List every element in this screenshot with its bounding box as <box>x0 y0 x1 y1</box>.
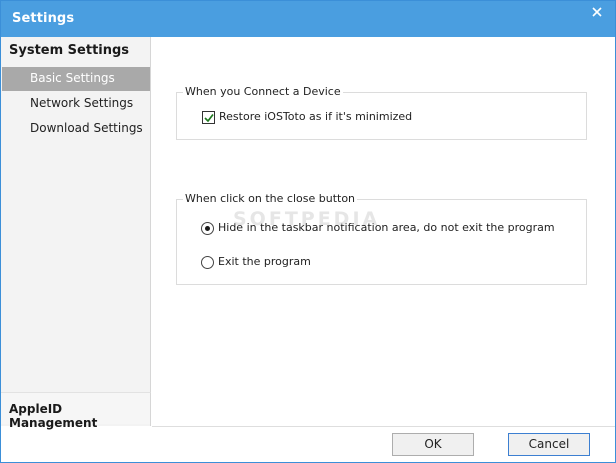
group-legend: When click on the close button <box>183 192 358 205</box>
footer-bar: OK Cancel <box>152 426 615 462</box>
restore-minimized-checkbox[interactable] <box>202 111 215 124</box>
radio-dot-icon <box>205 226 210 231</box>
close-button[interactable] <box>585 3 609 23</box>
sidebar-item-label: Network Settings <box>30 96 134 110</box>
close-icon <box>592 7 602 17</box>
ok-button[interactable]: OK <box>392 433 474 456</box>
sidebar-item-basic-settings[interactable]: Basic Settings <box>2 67 150 91</box>
hide-in-taskbar-radio[interactable] <box>201 222 214 235</box>
sidebar: System Settings Basic Settings Network S… <box>1 37 151 426</box>
sidebar-header: System Settings <box>9 43 130 58</box>
sidebar-item-download-settings[interactable]: Download Settings <box>2 117 150 141</box>
exit-program-label: Exit the program <box>218 255 311 268</box>
sidebar-item-label: Download Settings <box>30 121 143 135</box>
settings-window: Settings System Settings Basic Settings … <box>0 0 616 463</box>
sidebar-item-label: Basic Settings <box>30 71 115 85</box>
connect-device-group: When you Connect a Device Restore iOSTot… <box>176 85 587 140</box>
title-bar: Settings <box>1 1 615 37</box>
sidebar-item-label: AppleID Management <box>9 402 98 430</box>
exit-program-radio[interactable] <box>201 256 214 269</box>
window-title: Settings <box>12 11 75 26</box>
cancel-button[interactable]: Cancel <box>508 433 590 456</box>
watermark: SOFTPEDIA <box>233 208 381 230</box>
group-legend: When you Connect a Device <box>183 85 343 98</box>
restore-minimized-label: Restore iOSToto as if it's minimized <box>219 110 413 123</box>
sidebar-item-network-settings[interactable]: Network Settings <box>2 92 150 116</box>
sidebar-item-appleid-management[interactable]: AppleID Management <box>1 392 151 430</box>
checkmark-icon <box>204 113 214 123</box>
